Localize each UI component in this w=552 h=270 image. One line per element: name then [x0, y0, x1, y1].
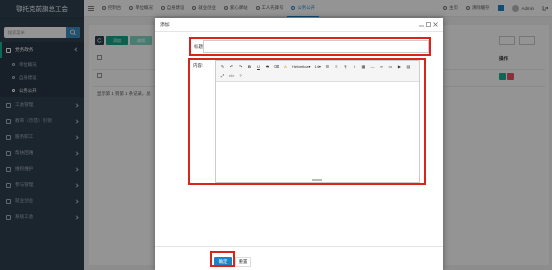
reset-label: 重置	[238, 259, 248, 264]
unordered-list-icon[interactable]: ☰	[323, 62, 332, 71]
reset-button[interactable]: 重置	[235, 257, 251, 267]
dialog-title: 添加	[160, 23, 170, 28]
magic-icon[interactable]: ✎	[218, 62, 227, 71]
confirm-button[interactable]: 确定	[214, 257, 232, 267]
title-input[interactable]	[203, 40, 429, 53]
undo-icon[interactable]: ↶	[227, 62, 236, 71]
dialog-header: 添加	[155, 18, 443, 32]
help-icon[interactable]: ?	[236, 71, 245, 80]
close-icon[interactable]	[433, 22, 438, 27]
ordered-list-icon[interactable]: ≡	[332, 62, 341, 71]
confirm-label: 确定	[218, 259, 228, 264]
font-family-value: Helvetica	[292, 64, 309, 69]
strikethrough-icon[interactable]: S	[263, 62, 272, 71]
rich-text-editor[interactable]: ✎ ↶ ↷ B U S ⌫ A Helvetica ▾ 14 ▾ ☰ ≡ ¶ ↕ ▦…	[215, 60, 420, 183]
attachment-icon[interactable]: ▤	[404, 62, 413, 71]
image-icon[interactable]: ▭	[386, 62, 395, 71]
font-size-value: 14	[314, 64, 319, 69]
font-color-icon[interactable]: A	[281, 62, 290, 71]
font-size-select[interactable]: 14 ▾	[312, 62, 322, 71]
eraser-icon[interactable]: ⌫	[272, 62, 281, 71]
minimize-icon[interactable]	[419, 22, 424, 27]
editor-resize-handle[interactable]	[312, 179, 322, 181]
content-label: 内容:	[193, 63, 204, 68]
line-height-icon[interactable]: ↕	[350, 62, 359, 71]
underline-icon[interactable]: U	[254, 62, 263, 71]
add-dialog: 添加 标题: 内容: ✎ ↶ ↷ B U S ⌫ A Helvetica ▾ 14…	[155, 18, 443, 270]
font-family-select[interactable]: Helvetica ▾	[290, 62, 312, 71]
bold-icon[interactable]: B	[245, 62, 254, 71]
link-icon[interactable]: ∞	[377, 62, 386, 71]
paragraph-icon[interactable]: ¶	[341, 62, 350, 71]
dialog-footer	[155, 246, 443, 270]
redo-icon[interactable]: ↷	[236, 62, 245, 71]
code-view-icon[interactable]: </>	[227, 71, 236, 80]
table-icon[interactable]: ▦	[359, 62, 368, 71]
video-icon[interactable]: ▶	[395, 62, 404, 71]
editor-toolbar: ✎ ↶ ↷ B U S ⌫ A Helvetica ▾ 14 ▾ ☰ ≡ ¶ ↕ ▦…	[216, 61, 419, 82]
fullscreen-icon[interactable]: ⤢	[218, 71, 227, 80]
maximize-icon[interactable]	[426, 22, 431, 27]
hr-icon[interactable]: —	[368, 62, 377, 71]
